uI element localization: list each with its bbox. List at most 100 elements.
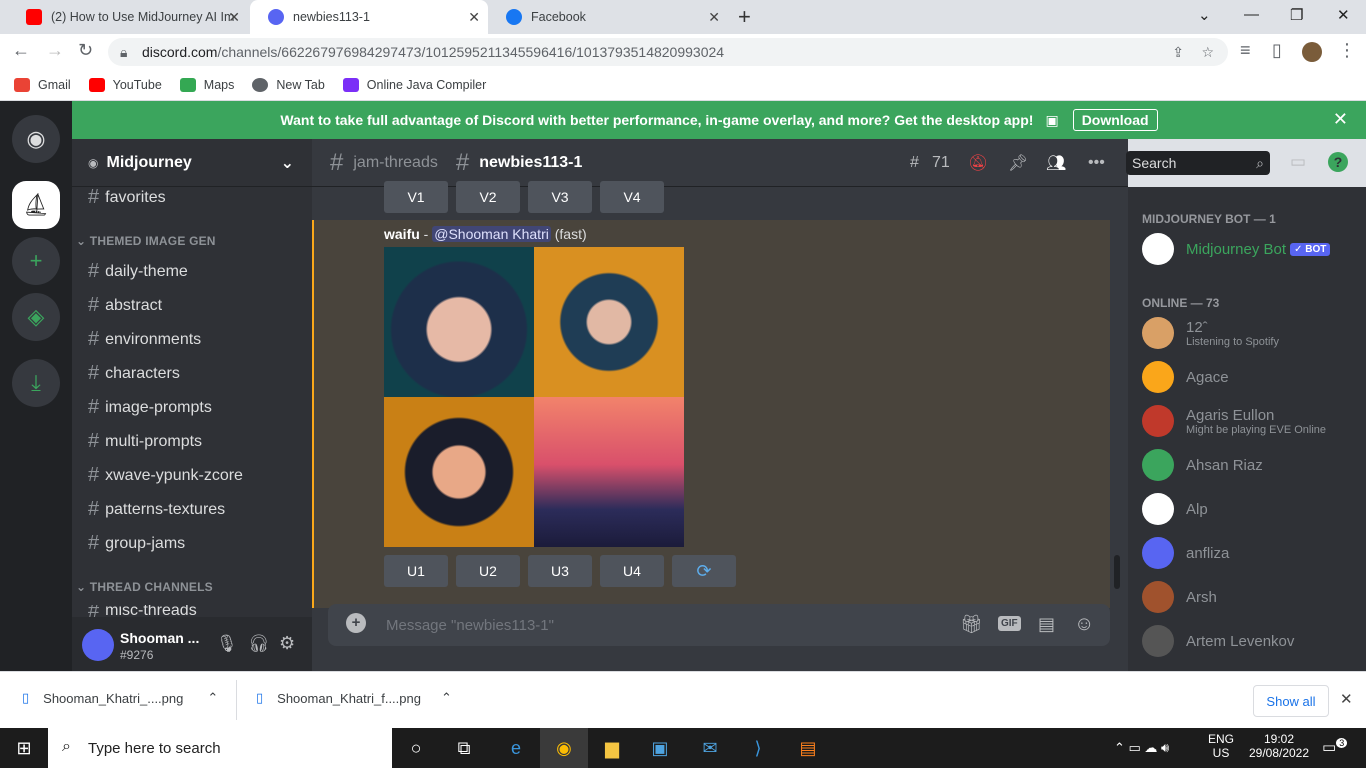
channel-item[interactable]: # image-prompts [88,396,212,419]
chrome-icon[interactable]: ◉ [540,728,588,768]
variation-button-3[interactable]: V3 [528,181,592,213]
bookmark-gmail[interactable]: Gmail [14,78,71,92]
gif-button[interactable]: GIF [998,616,1021,631]
mute-icon[interactable]: 🎙︎ [216,634,238,654]
minimize-button[interactable]: — [1244,6,1259,23]
channel-item[interactable]: # multi-prompts [88,430,202,453]
cortana-icon[interactable]: ○ [392,728,440,768]
generated-image-1[interactable] [384,247,534,397]
parent-channel[interactable]: jam-threads [353,154,437,172]
category-themed[interactable]: ⌄ THEMED IMAGE GEN [76,234,216,248]
gear-icon[interactable]: ⚙︎ [279,633,295,654]
member-item[interactable]: 12ˆ Listening to Spotify [1142,317,1279,349]
file-explorer-icon[interactable]: ▆ [588,728,636,768]
channel-item[interactable]: # patterns-textures [88,498,225,521]
user-mention[interactable]: @Shooman Khatri [432,226,551,242]
gift-icon[interactable]: 🎁︎ [960,614,983,635]
search-input[interactable]: Search ⌕ [1126,151,1270,175]
reload-icon[interactable]: ↻ [78,40,93,61]
tab-discord[interactable]: newbies113-1 ✕ [250,0,488,34]
bookmark-java-compiler[interactable]: Online Java Compiler [342,78,486,92]
restore-button[interactable]: ❐ [1290,6,1303,24]
new-tab-button[interactable]: + [738,4,751,30]
close-icon[interactable]: ✕ [468,9,480,26]
clock[interactable]: 19:02 29/08/2022 [1248,732,1310,760]
menu-icon[interactable]: ⋮ [1338,40,1356,61]
share-icon[interactable]: ⇪ [1172,38,1184,66]
show-all-button[interactable]: Show all [1253,685,1329,717]
channel-item[interactable]: # xwave-ypunk-zcore [88,464,243,487]
member-list-icon[interactable]: 👥︎ [1046,153,1066,173]
upscale-button-2[interactable]: U2 [456,555,520,587]
pin-icon[interactable]: 📌︎ [1008,153,1028,173]
generated-image-4[interactable] [534,397,684,547]
sticker-icon[interactable]: ▤ [1038,614,1055,635]
member-item[interactable]: Arsh [1142,581,1217,613]
close-icon[interactable]: ✕ [228,9,240,26]
inbox-icon[interactable]: ▭ [1290,152,1306,172]
member-item[interactable]: Agace [1142,361,1229,393]
forward-icon[interactable]: → [46,40,64,61]
mail-icon[interactable]: ✉ [686,728,734,768]
tab-youtube[interactable]: (2) How to Use MidJourney AI Im ✕ [8,0,248,34]
language-indicator[interactable]: ENG US [1208,732,1234,760]
close-window-button[interactable]: ✕ [1337,6,1350,24]
url-input[interactable]: 🔒︎ discord.com/channels/6622679769842974… [108,38,1228,66]
channel-item[interactable]: # abstract [88,294,162,317]
member-item[interactable]: Artem Levenkov [1142,625,1294,657]
variation-button-4[interactable]: V4 [600,181,664,213]
tab-facebook[interactable]: Facebook ✕ [488,0,728,34]
windows-start-icon[interactable]: ⊞ [0,728,48,768]
generated-image-2[interactable] [534,247,684,397]
upscale-button-3[interactable]: U3 [528,555,592,587]
add-server-icon[interactable]: + [12,237,60,285]
close-icon[interactable]: ✕ [1333,109,1348,130]
upscale-button-4[interactable]: U4 [600,555,664,587]
upscale-button-1[interactable]: U1 [384,555,448,587]
back-icon[interactable]: ← [12,40,30,61]
bookmark-youtube[interactable]: YouTube [88,78,162,92]
member-item[interactable]: Agaris Eullon Might be playing EVE Online [1142,405,1326,437]
system-tray-icons[interactable]: ⌃ ▭ ☁ 🔊︎ [1114,740,1169,756]
help-icon[interactable]: ? [1328,152,1348,172]
download-item[interactable]: ▯ Shooman_Khatri_f....png ⌃ [256,690,452,706]
midjourney-server-icon[interactable]: ⛵︎ [12,181,60,229]
edge-icon[interactable]: e [492,728,540,768]
channel-item[interactable]: # daily-theme [88,260,188,283]
add-attachment-icon[interactable]: + [346,613,366,633]
server-header[interactable]: ◉ Midjourney ⌄ [72,139,312,187]
channel-item[interactable]: # misc-threads [88,605,197,617]
message-input[interactable]: + Message "newbies113-1" 🎁︎ GIF ▤ ☺ [328,604,1110,646]
task-view-icon[interactable]: ⧉ [440,728,488,768]
variation-button-2[interactable]: V2 [456,181,520,213]
more-icon[interactable]: ••• [1088,154,1105,172]
chat-scrollbar[interactable] [1114,555,1120,589]
headphones-icon[interactable]: 🎧︎ [248,634,270,654]
channel-item[interactable]: # environments [88,328,201,351]
threads-icon[interactable]: # [910,154,919,172]
member-item[interactable]: Ahsan Riaz [1142,449,1263,481]
member-item[interactable]: Alp [1142,493,1208,525]
variation-button-1[interactable]: V1 [384,181,448,213]
bookmark-new-tab[interactable]: New Tab [252,78,325,92]
intellij-icon[interactable]: ▤ [784,728,832,768]
reading-list-icon[interactable]: ≡ [1240,40,1251,61]
image-grid[interactable] [384,247,684,547]
chevron-up-icon[interactable]: ⌃ [441,690,452,706]
tab-search-icon[interactable]: ⌄ [1198,6,1211,24]
notification-muted-icon[interactable]: 🔕︎ [968,153,988,173]
store-icon[interactable]: ▣ [636,728,684,768]
member-item[interactable]: anfliza [1142,537,1229,569]
member-midjourney-bot[interactable]: Midjourney Bot ✓ BOT [1142,233,1331,265]
download-apps-icon[interactable]: ⤓ [12,359,60,407]
refresh-icon[interactable]: ⟳ [672,555,736,587]
taskbar-search-input[interactable]: ⌕ Type here to search [48,728,392,768]
close-icon[interactable]: ✕ [1340,690,1353,708]
emoji-icon[interactable]: ☺ [1074,613,1094,636]
explore-icon[interactable]: ◈ [12,293,60,341]
notification-icon[interactable]: ▭ 3 [1322,738,1348,756]
chevron-up-icon[interactable]: ⌃ [207,690,218,706]
side-panel-icon[interactable]: ▯ [1272,40,1282,61]
vscode-icon[interactable]: ⟩ [734,728,782,768]
avatar[interactable] [82,629,114,661]
